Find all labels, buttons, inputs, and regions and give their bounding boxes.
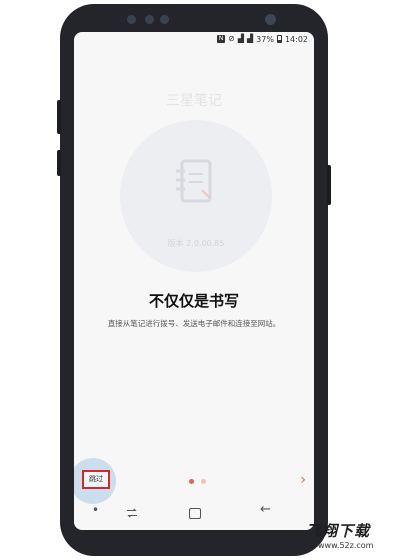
chevron-right-icon[interactable]: ›	[300, 472, 306, 488]
dot-icon[interactable]: •	[92, 503, 99, 517]
bixby-button	[57, 150, 61, 176]
watermark: 飞翔下载 www.52z.com	[306, 520, 396, 556]
power-button	[327, 165, 331, 205]
signal-icon: ▟	[247, 34, 254, 43]
back-icon[interactable]: ←	[260, 502, 271, 517]
nfc-icon: N	[217, 35, 226, 43]
navigation-bar: • ←	[74, 498, 314, 530]
front-camera-icon	[265, 14, 276, 25]
skip-button[interactable]: 跳过	[82, 470, 110, 489]
clock: 14:02	[284, 34, 308, 44]
recent-apps-icon[interactable]	[126, 508, 138, 518]
headline: 不仅仅是书写	[148, 292, 239, 310]
battery-percent: 37%	[256, 34, 274, 44]
page-indicator-inactive	[201, 479, 206, 484]
description-text: 直接从笔记进行拨号、发送电子邮件和连接至网站。	[107, 319, 281, 328]
logo-circle: 版本 2.0.00.85	[120, 120, 272, 272]
volume-button	[57, 100, 61, 134]
phone-screen: N ⊘ ▟ ▟ 37% 14:02 三星笔记 版本 2.0.00.85 不仅仅是…	[74, 32, 314, 530]
watermark-url: www.52z.com	[318, 541, 374, 550]
mute-icon: ⊘	[228, 34, 235, 43]
status-bar: N ⊘ ▟ ▟ 37% 14:02	[74, 32, 314, 48]
sensor-icon	[127, 15, 136, 24]
home-icon[interactable]	[189, 508, 201, 519]
sensor-icon	[160, 15, 169, 24]
notes-app-icon	[176, 159, 212, 203]
page-indicator-active	[189, 479, 194, 484]
app-title: 三星笔记	[166, 93, 222, 109]
watermark-logo: 飞翔下载	[306, 522, 371, 540]
signal-icon: ▟	[237, 34, 244, 43]
sensor-icon	[145, 15, 154, 24]
version-text: 版本 2.0.00.85	[167, 239, 225, 248]
battery-icon	[276, 35, 282, 43]
